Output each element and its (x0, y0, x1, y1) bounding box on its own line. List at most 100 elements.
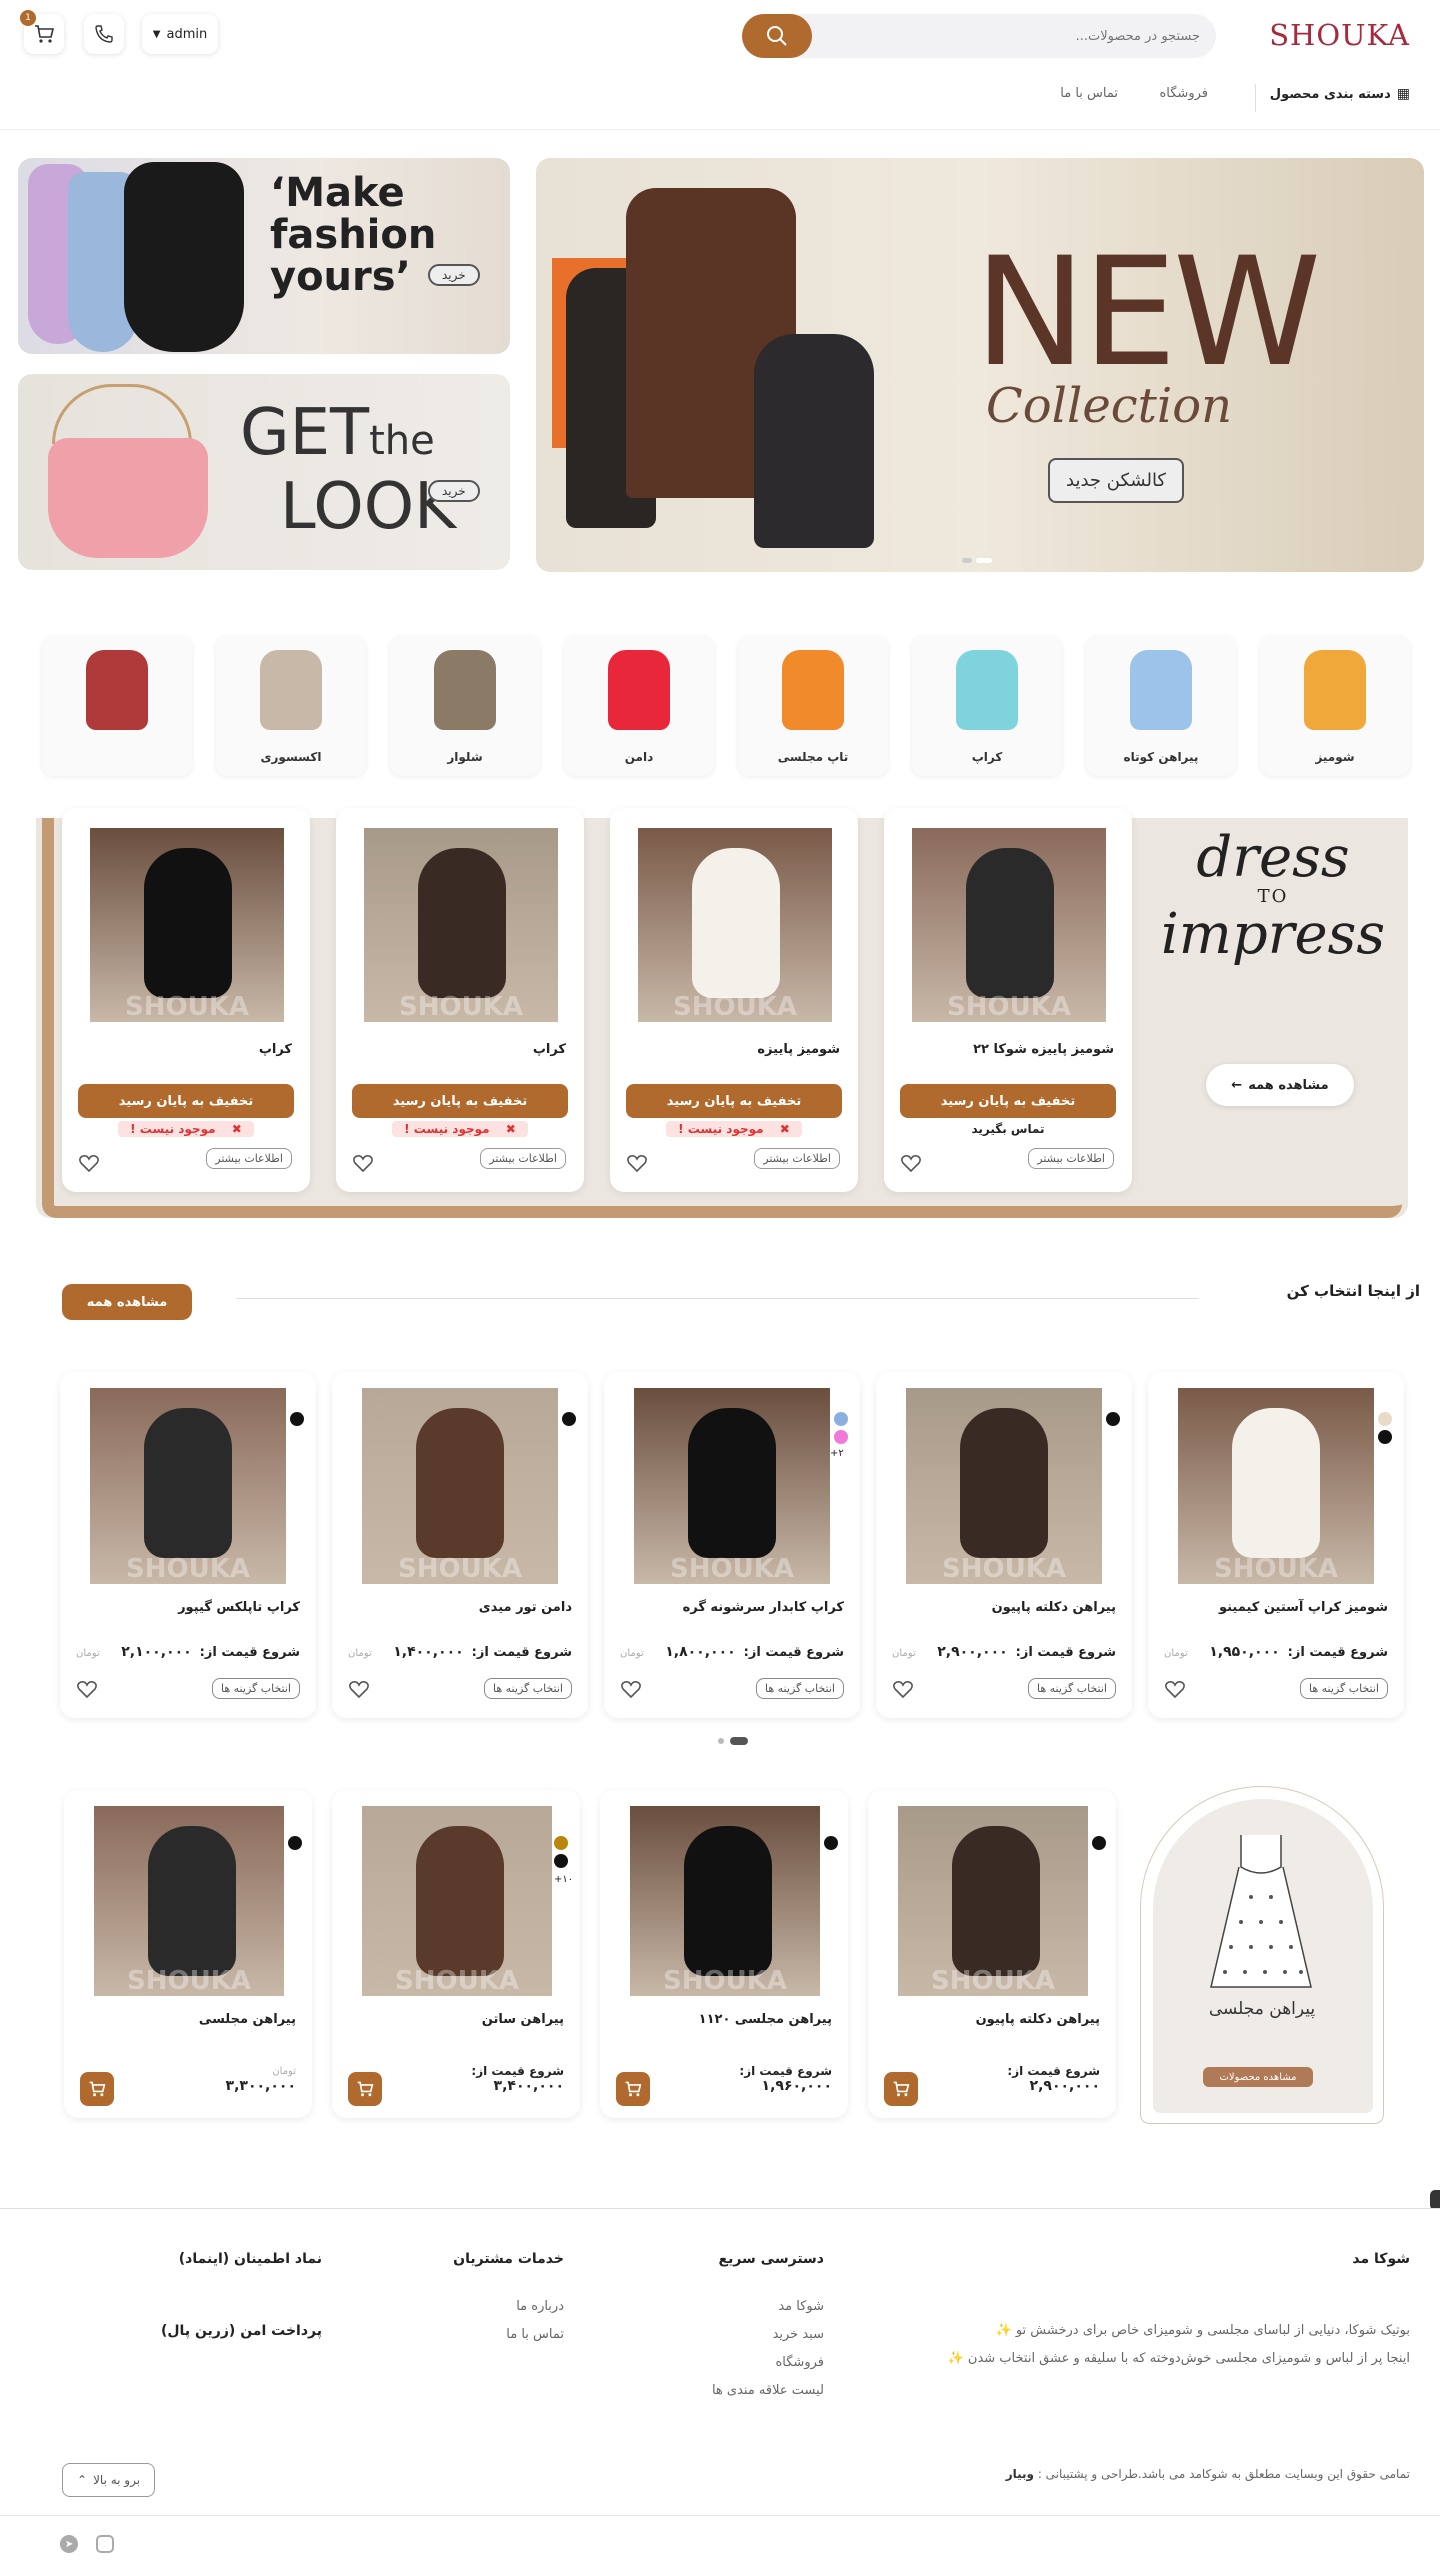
color-swatch[interactable] (554, 1836, 568, 1850)
heart-icon[interactable] (1164, 1678, 1186, 1700)
pick-slider-dot[interactable] (718, 1738, 724, 1744)
add-to-cart-button[interactable] (80, 2072, 114, 2106)
color-swatch[interactable] (288, 1836, 302, 1850)
footer-service-link[interactable]: درباره ما (516, 2299, 564, 2314)
product-name[interactable]: پیراهن مجلسی (199, 2012, 296, 2027)
search-button[interactable] (742, 14, 812, 58)
category-card[interactable] (42, 636, 192, 776)
product-title[interactable]: کراپ (259, 1042, 292, 1057)
instagram-icon[interactable] (96, 2535, 114, 2553)
category-card[interactable]: شومیز (1260, 636, 1410, 776)
heart-icon[interactable] (900, 1152, 922, 1174)
product-image[interactable]: SHOUKA (90, 1388, 286, 1584)
product-name[interactable]: پیراهن مجلسی ۱۱۲۰ (699, 2012, 832, 2027)
color-swatch[interactable] (562, 1412, 576, 1426)
product-name[interactable]: پیراهن دکلته پاپیون (992, 1600, 1116, 1615)
heart-icon[interactable] (78, 1152, 100, 1174)
select-options-button[interactable]: انتخاب گزینه ها (484, 1678, 572, 1699)
slider-dot-active[interactable] (976, 558, 992, 563)
more-info-button[interactable]: اطلاعات بیشتر (206, 1148, 292, 1169)
shop-button-top[interactable]: خرید (428, 264, 480, 286)
discount-ended-button[interactable]: تخفیف به پایان رسید (900, 1084, 1116, 1118)
select-options-button[interactable]: انتخاب گزینه ها (1028, 1678, 1116, 1699)
product-image[interactable]: SHOUKA (90, 828, 284, 1022)
product-image[interactable]: SHOUKA (362, 1388, 558, 1584)
footer-quick-link[interactable]: فروشگاه (775, 2355, 824, 2370)
add-to-cart-button[interactable] (884, 2072, 918, 2106)
product-image[interactable]: SHOUKA (634, 1388, 830, 1584)
heart-icon[interactable] (626, 1152, 648, 1174)
category-card[interactable]: تاپ مجلسی (738, 636, 888, 776)
heart-icon[interactable] (348, 1678, 370, 1700)
color-swatch[interactable] (1378, 1430, 1392, 1444)
product-title[interactable]: شومیز پاییزه (757, 1042, 840, 1057)
color-swatch[interactable] (1378, 1412, 1392, 1426)
telegram-icon[interactable]: ➤ (60, 2535, 78, 2553)
offer-see-all-button[interactable]: مشاهده همه ← (1206, 1064, 1354, 1106)
shop-button-bottom[interactable]: خرید (428, 480, 480, 502)
product-image[interactable]: SHOUKA (362, 1806, 552, 1996)
product-name[interactable]: دامن تور میدی (479, 1600, 572, 1615)
category-card[interactable]: کراپ (912, 636, 1062, 776)
offer-card[interactable]: SHOUKA شومیز پاییزه شوکا ۲۲ تخفیف به پای… (884, 808, 1132, 1192)
product-image[interactable]: SHOUKA (638, 828, 832, 1022)
color-swatch[interactable] (834, 1430, 848, 1444)
product-image[interactable]: SHOUKA (630, 1806, 820, 1996)
offer-card[interactable]: SHOUKA شومیز پاییزه تخفیف به پایان رسید … (610, 808, 858, 1192)
footer-quick-link[interactable]: شوکا مد (778, 2299, 824, 2314)
grid-product-card[interactable]: SHOUKA پیراهن دکلته پاپیون شروع قیمت از:… (868, 1790, 1116, 2118)
grid-product-card[interactable]: SHOUKA پیراهن مجلسی تومان ۳,۳۰۰,۰۰۰ (64, 1790, 312, 2118)
product-card[interactable]: SHOUKA کراپ تاپلکس گیپور شروع قیمت از: ۲,… (60, 1372, 316, 1718)
product-name[interactable]: شومیز کراپ آستین کیمینو (1219, 1600, 1388, 1615)
discount-ended-button[interactable]: تخفیف به پایان رسید (352, 1084, 568, 1118)
heart-icon[interactable] (76, 1678, 98, 1700)
product-name[interactable]: پیراهن ساتن (482, 2012, 564, 2027)
category-card[interactable]: اکسسوری (216, 636, 366, 776)
grid-product-card[interactable]: SHOUKA پیراهن مجلسی ۱۱۲۰ شروع قیمت از: ۱… (600, 1790, 848, 2118)
product-title[interactable]: شومیز پاییزه شوکا ۲۲ (973, 1042, 1114, 1057)
cart-button[interactable]: 1 (20, 10, 64, 54)
get-the-look-banner[interactable]: GETthe LOOK خرید (18, 374, 510, 570)
more-info-button[interactable]: اطلاعات بیشتر (754, 1148, 840, 1169)
more-info-button[interactable]: اطلاعات بیشتر (1028, 1148, 1114, 1169)
product-image[interactable]: SHOUKA (1178, 1388, 1374, 1584)
grid-product-card[interactable]: SHOUKA ۱۰+ پیراهن ساتن شروع قیمت از: ۳,۴۰… (332, 1790, 580, 2118)
heart-icon[interactable] (352, 1152, 374, 1174)
scroll-handle[interactable] (1430, 2190, 1440, 2210)
nav-shop[interactable]: فروشگاه (1159, 86, 1208, 101)
color-swatch[interactable] (834, 1412, 848, 1426)
heart-icon[interactable] (892, 1678, 914, 1700)
footer-quick-link[interactable]: سبد خرید (773, 2327, 824, 2342)
footer-service-link[interactable]: تماس با ما (506, 2327, 564, 2342)
category-card[interactable]: پیراهن کوتاه (1086, 636, 1236, 776)
pick-slider-dot-active[interactable] (730, 1737, 748, 1745)
category-card[interactable]: دامن (564, 636, 714, 776)
product-image[interactable]: SHOUKA (94, 1806, 284, 1996)
discount-ended-button[interactable]: تخفیف به پایان رسید (78, 1084, 294, 1118)
product-image[interactable]: SHOUKA (364, 828, 558, 1022)
category-card[interactable]: شلوار (390, 636, 540, 776)
select-options-button[interactable]: انتخاب گزینه ها (212, 1678, 300, 1699)
nav-contact[interactable]: تماس با ما (1060, 86, 1118, 101)
product-image[interactable]: SHOUKA (912, 828, 1106, 1022)
color-swatch[interactable] (554, 1854, 568, 1868)
product-card[interactable]: SHOUKA ۲+ کراپ کابدار سرشونه گره شروع قیم… (604, 1372, 860, 1718)
phone-button[interactable] (84, 14, 124, 54)
pick-see-all-button[interactable]: مشاهده همه (62, 1284, 192, 1320)
heart-icon[interactable] (620, 1678, 642, 1700)
search-input[interactable] (840, 24, 1200, 48)
discount-ended-button[interactable]: تخفیف به پایان رسید (626, 1084, 842, 1118)
select-options-button[interactable]: انتخاب گزینه ها (1300, 1678, 1388, 1699)
nav-categories[interactable]: ▦ دسته بندی محصول (1270, 86, 1410, 102)
color-swatch[interactable] (290, 1412, 304, 1426)
feature-card-button[interactable]: مشاهده محصولات (1203, 2067, 1313, 2087)
product-name[interactable]: کراپ کابدار سرشونه گره (683, 1600, 844, 1615)
more-info-button[interactable]: اطلاعات بیشتر (480, 1148, 566, 1169)
slider-dot[interactable] (962, 558, 972, 563)
add-to-cart-button[interactable] (616, 2072, 650, 2106)
product-name[interactable]: کراپ تاپلکس گیپور (178, 1600, 300, 1615)
color-swatch[interactable] (1106, 1412, 1120, 1426)
add-to-cart-button[interactable] (348, 2072, 382, 2106)
color-swatch[interactable] (1092, 1836, 1106, 1850)
footer-quick-link[interactable]: لیست علاقه مندی ها (712, 2383, 824, 2398)
